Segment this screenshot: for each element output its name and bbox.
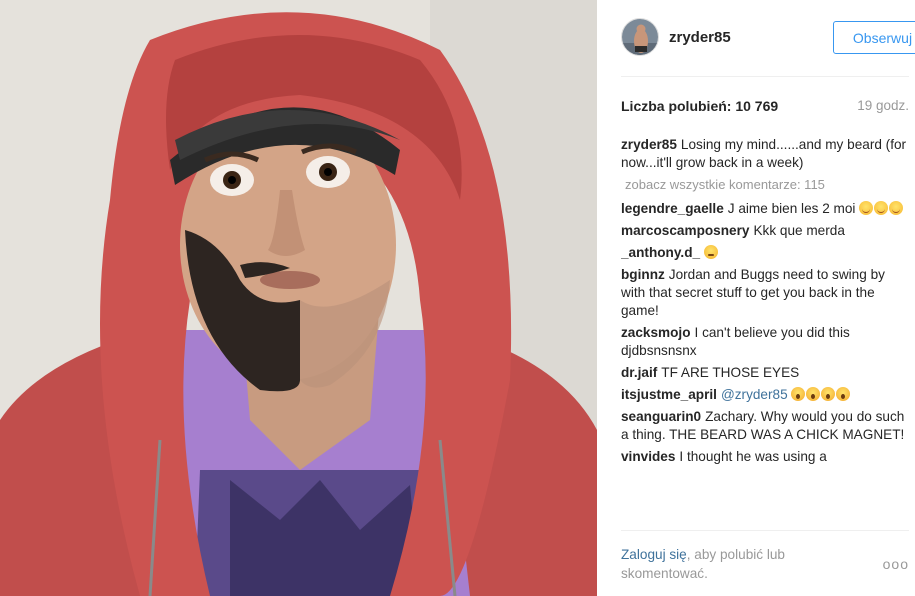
comment-row: bginnz Jordan and Buggs need to swing by … <box>621 266 907 320</box>
post-image <box>0 0 597 596</box>
comment-mention[interactable]: @zryder85 <box>721 387 788 402</box>
comment-username[interactable]: marcoscamposnery <box>621 223 749 238</box>
avatar[interactable] <box>621 18 659 56</box>
comment-username[interactable]: bginnz <box>621 267 665 282</box>
comment-username[interactable]: zacksmojo <box>621 325 691 340</box>
comment-text: J aime bien les 2 moi <box>727 201 856 216</box>
comment-row: legendre_gaelle J aime bien les 2 moi <box>621 200 907 218</box>
comment-username[interactable]: _anthony.d_ <box>621 245 700 260</box>
comment-username[interactable]: itsjustme_april <box>621 387 717 402</box>
comment-row: _anthony.d_ <box>621 244 907 262</box>
ellipsis-icon[interactable]: ooo <box>883 556 909 572</box>
comment-text: TF ARE THOSE EYES <box>661 365 800 380</box>
smile-emoji-icon <box>874 201 889 215</box>
view-all-comments-link[interactable]: zobacz wszystkie komentarze: 115 <box>625 176 907 194</box>
scream-emoji-icon <box>791 387 806 401</box>
comments-list[interactable]: zryder85 Losing my mind......and my beard… <box>621 136 907 528</box>
smile-emoji-icon <box>889 201 904 215</box>
comment-username[interactable]: seanguarin0 <box>621 409 701 424</box>
scream-emoji-icon <box>806 387 821 401</box>
post-timestamp[interactable]: 19 godz. <box>857 98 909 113</box>
login-link[interactable]: Zaloguj się <box>621 547 687 562</box>
likes-count[interactable]: Liczba polubień: 10 769 <box>621 98 778 114</box>
caption: zryder85 Losing my mind......and my beard… <box>621 136 907 172</box>
comment-row: zacksmojo I can't believe you did this dj… <box>621 324 907 360</box>
footer-divider <box>621 530 909 531</box>
comment-text: I thought he was using a <box>679 449 827 464</box>
scream-emoji-icon <box>821 387 836 401</box>
post-photo[interactable] <box>0 0 597 596</box>
login-prompt: Zaloguj się, aby polubić lub skomentować… <box>621 545 851 583</box>
comment-text: Kkk que merda <box>753 223 845 238</box>
caption-username[interactable]: zryder85 <box>621 137 677 152</box>
comment-row: dr.jaif TF ARE THOSE EYES <box>621 364 907 382</box>
post-author-username[interactable]: zryder85 <box>669 29 731 46</box>
comment-row: seanguarin0 Zachary. Why would you do suc… <box>621 408 907 444</box>
smile-emoji-icon <box>859 201 874 215</box>
post-meta: Liczba polubień: 10 769 19 godz. <box>621 98 909 116</box>
post-side-panel: zryder85 Obserwuj Liczba polubień: 10 76… <box>597 0 915 596</box>
follow-button[interactable]: Obserwuj <box>833 21 915 54</box>
comment-row: vinvides I thought he was using a <box>621 448 907 466</box>
header-divider <box>621 76 909 77</box>
avatar-image <box>622 19 658 55</box>
post-header: zryder85 Obserwuj <box>621 18 915 58</box>
scream-emoji-icon <box>836 387 851 401</box>
comment-username[interactable]: vinvides <box>621 449 675 464</box>
comment-username[interactable]: legendre_gaelle <box>621 201 724 216</box>
worry-emoji-icon <box>704 245 719 259</box>
comment-username[interactable]: dr.jaif <box>621 365 657 380</box>
comment-row: itsjustme_april @zryder85 <box>621 386 907 404</box>
comment-row: marcoscamposnery Kkk que merda <box>621 222 907 240</box>
